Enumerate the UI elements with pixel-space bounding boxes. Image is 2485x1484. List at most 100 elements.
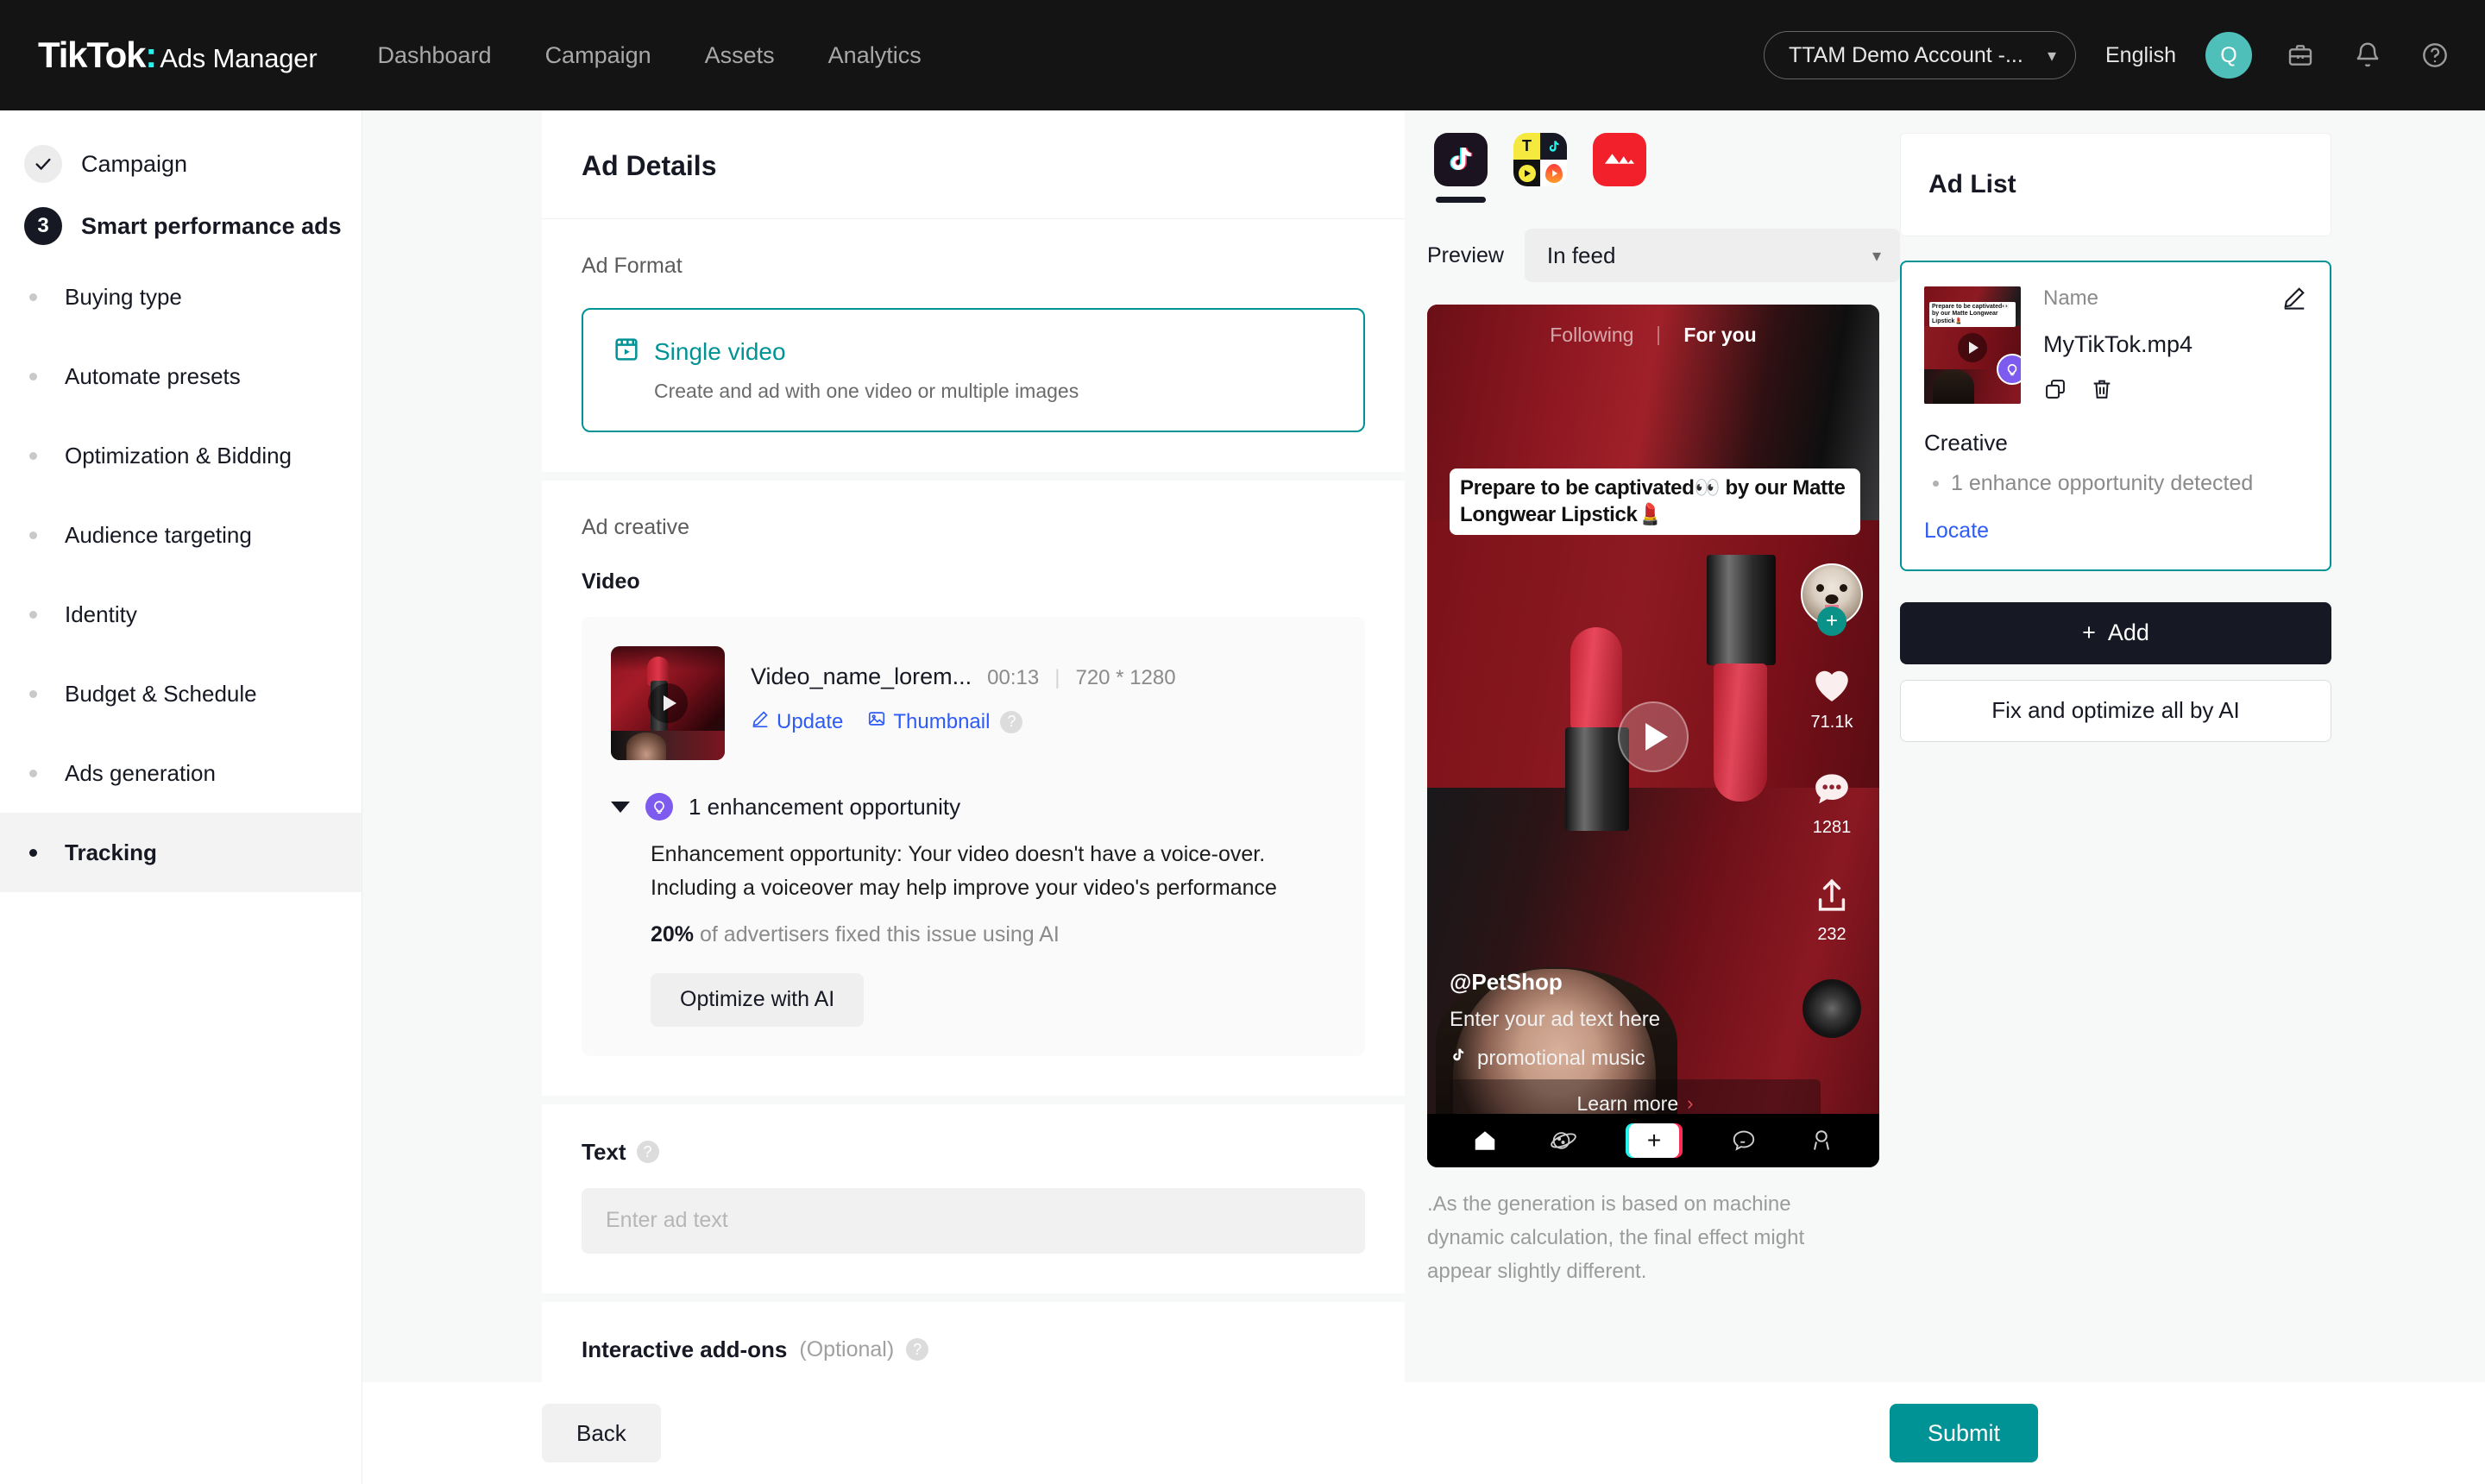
ad-creative-section-label: Creative — [1924, 430, 2008, 456]
preview-action-rail: + 71.1k 1281 232 — [1798, 563, 1865, 1038]
sidebar-item-optimization-bidding[interactable]: Optimization & Bidding — [0, 416, 362, 495]
account-selector-value: TTAM Demo Account -... — [1789, 42, 2023, 67]
profile-icon[interactable] — [1809, 1128, 1834, 1154]
ad-format-option-single-video[interactable]: Single video Create and ad with one vide… — [582, 308, 1365, 432]
ad-text-input[interactable] — [582, 1187, 1365, 1254]
nav-item-assets[interactable]: Assets — [705, 42, 775, 69]
platform-tab-selected-indicator — [1436, 197, 1486, 203]
preview-placement-select[interactable]: In feed ▾ — [1524, 229, 1900, 282]
chevron-down-icon[interactable] — [611, 801, 630, 813]
top-bar-right-actions: TTAM Demo Account -... ▾ English Q — [1764, 31, 2454, 79]
preview-comment-action[interactable]: 1281 — [1811, 770, 1853, 838]
nav-item-campaign[interactable]: Campaign — [545, 42, 651, 69]
home-icon[interactable] — [1472, 1128, 1498, 1154]
edit-pencil-icon[interactable] — [2281, 285, 2307, 315]
preview-ad-text: Enter your ad text here — [1450, 1008, 1661, 1031]
language-selector[interactable]: English — [2105, 43, 2176, 68]
help-icon[interactable]: ? — [636, 1141, 659, 1163]
bell-icon[interactable] — [2349, 36, 2387, 74]
sidebar: Campaign 3 Smart performance ads Buying … — [0, 110, 362, 1484]
ad-format-option-name: Single video — [654, 337, 786, 365]
platform-tab-tiktok[interactable] — [1432, 133, 1489, 203]
play-icon[interactable] — [648, 683, 688, 723]
preview-like-action[interactable]: 71.1k — [1810, 663, 1853, 733]
heart-icon — [1810, 663, 1853, 707]
preview-profile-avatar[interactable]: + — [1801, 563, 1863, 636]
follow-plus-icon[interactable]: + — [1817, 607, 1846, 636]
preview-placement-value: In feed — [1546, 242, 1616, 268]
ad-creative-note-row: 1 enhance opportunity detected — [1924, 468, 2307, 500]
thumb-person — [626, 733, 666, 760]
back-button[interactable]: Back — [542, 1404, 661, 1462]
ad-file-name: MyTikTok.mp4 — [2043, 331, 2193, 357]
preview-label: Preview — [1427, 242, 1504, 267]
sidebar-item-audience-targeting[interactable]: Audience targeting — [0, 495, 362, 575]
help-circle-icon[interactable] — [2416, 36, 2454, 74]
ad-format-label: Ad Format — [582, 254, 683, 278]
briefcase-icon[interactable] — [2281, 36, 2319, 74]
video-label: Video — [582, 569, 640, 594]
preview-bottom-nav: + — [1427, 1114, 1879, 1167]
top-navigation-bar: TikTok : Ads Manager Dashboard Campaign … — [0, 0, 2485, 110]
optimize-with-ai-button[interactable]: Optimize with AI — [651, 972, 865, 1027]
ad-creative-note: 1 enhance opportunity detected — [1951, 471, 2254, 495]
ad-details-column: Ad Details Ad Format Single video Create… — [542, 110, 1405, 1484]
step-number-badge: 3 — [24, 207, 62, 245]
preview-tab-following[interactable]: Following — [1550, 324, 1633, 347]
fix-optimize-all-button[interactable]: Fix and optimize all by AI — [1900, 679, 2331, 742]
video-duration: 00:13 — [987, 666, 1040, 689]
ad-list-item[interactable]: Prepare to be captivated👀 by our Matte L… — [1900, 261, 2331, 571]
locate-link[interactable]: Locate — [1924, 519, 2307, 544]
sidebar-step-smart-performance-ads[interactable]: 3 Smart performance ads — [0, 195, 362, 257]
platform-tab-helo[interactable] — [1591, 133, 1648, 186]
sidebar-item-automate-presets[interactable]: Automate presets — [0, 336, 362, 416]
trash-icon[interactable] — [2090, 377, 2114, 406]
nav-item-analytics[interactable]: Analytics — [828, 42, 922, 69]
sidebar-item-buying-type[interactable]: Buying type — [0, 257, 362, 336]
add-ad-button[interactable]: + Add — [1900, 601, 2331, 664]
preview-music-row: promotional music — [1450, 1046, 1760, 1071]
sidebar-item-budget-schedule[interactable]: Budget & Schedule — [0, 654, 362, 733]
text-label: Text — [582, 1138, 626, 1165]
thumbnail-link[interactable]: Thumbnail — [867, 709, 990, 734]
sidebar-item-label: Audience targeting — [65, 521, 252, 548]
sidebar-item-identity[interactable]: Identity — [0, 575, 362, 654]
help-icon[interactable]: ? — [906, 1338, 929, 1361]
ad-details-card: Ad Details — [542, 110, 1405, 219]
interactive-addons-optional: (Optional) — [799, 1336, 895, 1361]
sidebar-step-campaign-label: Campaign — [81, 150, 188, 177]
copy-icon[interactable] — [2043, 377, 2067, 406]
bullet-icon — [29, 531, 37, 539]
preview-username[interactable]: @PetShop — [1450, 969, 1760, 996]
sidebar-item-label: Budget & Schedule — [65, 680, 257, 707]
enhancement-stat-value: 20% — [651, 921, 695, 946]
check-icon — [24, 145, 62, 183]
sidebar-item-tracking[interactable]: Tracking — [0, 813, 362, 892]
avatar[interactable]: Q — [2205, 32, 2252, 79]
preview-tab-for-you[interactable]: For you — [1683, 324, 1756, 347]
play-icon[interactable] — [1618, 701, 1689, 772]
preview-column: T Preview In feed ▾ Following For you Pr… — [1427, 110, 1900, 1484]
ad-details-header: Ad Details — [542, 110, 1405, 219]
play-icon — [1958, 332, 1987, 362]
platform-tab-pangle[interactable]: T — [1512, 133, 1569, 186]
discover-icon[interactable] — [1550, 1128, 1577, 1154]
help-icon[interactable]: ? — [1000, 710, 1023, 733]
nav-item-dashboard[interactable]: Dashboard — [377, 42, 491, 69]
submit-button[interactable]: Submit — [1890, 1404, 2039, 1462]
inbox-icon[interactable] — [1731, 1128, 1757, 1154]
video-thumbnail[interactable] — [611, 646, 725, 760]
create-icon[interactable]: + — [1629, 1123, 1679, 1158]
preview-share-action[interactable]: 232 — [1812, 876, 1852, 945]
ad-list-item-thumbnail: Prepare to be captivated👀 by our Matte L… — [1924, 286, 2021, 404]
account-selector[interactable]: TTAM Demo Account -... ▾ — [1764, 31, 2076, 79]
brand-tiktok-text: TikTok — [38, 35, 146, 75]
enhancement-opportunity-block: 1 enhancement opportunity Enhancement op… — [611, 793, 1336, 1027]
plus-icon: + — [2082, 619, 2096, 645]
sidebar-item-ads-generation[interactable]: Ads generation — [0, 733, 362, 813]
thumbnail-label: Thumbnail — [893, 709, 991, 733]
preview-share-count: 232 — [1817, 925, 1846, 944]
update-video-link[interactable]: Update — [751, 709, 843, 734]
sidebar-step-campaign[interactable]: Campaign — [0, 133, 362, 195]
brand-logo[interactable]: TikTok : Ads Manager — [38, 35, 318, 76]
